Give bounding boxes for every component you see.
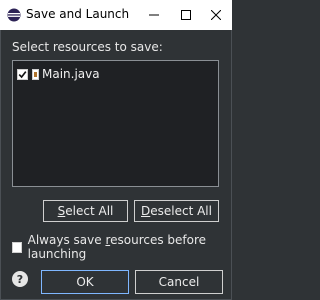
resource-list[interactable]: Main.java: [12, 60, 219, 187]
ok-button[interactable]: OK: [41, 270, 129, 294]
deselect-all-button[interactable]: Deselect All: [134, 200, 219, 222]
always-save-label: Always save resources before launching: [27, 233, 207, 261]
minimize-icon: [149, 14, 159, 16]
java-file-icon: [32, 68, 39, 80]
maximize-button[interactable]: [170, 0, 202, 30]
resource-checkbox[interactable]: [17, 68, 28, 80]
close-icon: [211, 10, 221, 20]
resource-name: Main.java: [42, 67, 100, 81]
close-button[interactable]: [200, 0, 232, 30]
window-title: Save and Launch: [26, 7, 130, 21]
check-icon: [18, 70, 27, 78]
title-bar: Save and Launch: [0, 0, 232, 30]
select-resources-label: Select resources to save:: [12, 40, 163, 54]
eclipse-icon: [7, 8, 21, 22]
always-save-checkbox[interactable]: [12, 241, 22, 253]
list-item[interactable]: Main.java: [17, 66, 100, 82]
help-icon[interactable]: ?: [12, 271, 28, 287]
minimize-button[interactable]: [138, 0, 170, 30]
cancel-button[interactable]: Cancel: [135, 270, 223, 294]
maximize-icon: [181, 10, 191, 20]
select-all-label: Select All: [57, 204, 114, 218]
always-save-option[interactable]: Always save resources before launching: [12, 233, 232, 261]
deselect-all-label: Deselect All: [141, 204, 212, 218]
select-all-button[interactable]: Select All: [43, 200, 128, 222]
